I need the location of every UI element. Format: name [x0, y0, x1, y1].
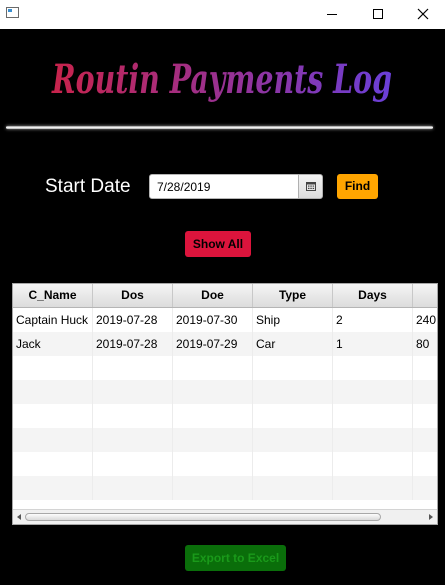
header-divider: [6, 126, 433, 129]
table-cell: 80: [413, 332, 437, 356]
logo-text: Routin Payments Log: [51, 56, 392, 103]
table-cell: 2019-07-29: [173, 332, 253, 356]
column-header[interactable]: Dos: [93, 284, 173, 307]
empty-table-row: [13, 452, 437, 476]
table-header: C_Name Dos Doe Type Days: [13, 284, 437, 308]
minimize-button[interactable]: [309, 0, 355, 29]
start-date-label: Start Date: [45, 176, 131, 197]
table-cell: 2019-07-28: [93, 308, 173, 332]
show-all-button[interactable]: Show All: [185, 231, 251, 257]
column-header[interactable]: C_Name: [13, 284, 93, 307]
table-cell: 1: [333, 332, 413, 356]
table-cell: 2019-07-28: [93, 332, 173, 356]
scrollbar-thumb[interactable]: [25, 513, 381, 521]
column-header[interactable]: Doe: [173, 284, 253, 307]
column-header[interactable]: Days: [333, 284, 413, 307]
minimize-icon: [327, 14, 337, 15]
empty-table-row: [13, 428, 437, 452]
export-to-excel-button[interactable]: Export to Excel: [185, 545, 286, 571]
table-cell: 2019-07-30: [173, 308, 253, 332]
empty-table-row: [13, 476, 437, 500]
table-row[interactable]: Captain Huck 2019-07-28 2019-07-30 Ship …: [13, 308, 437, 332]
table-cell: Jack: [13, 332, 93, 356]
window-title-bar: [0, 0, 445, 29]
column-header[interactable]: Type: [253, 284, 333, 307]
payments-table[interactable]: C_Name Dos Doe Type Days Captain Huck 20…: [12, 283, 438, 525]
close-button[interactable]: [400, 0, 445, 29]
table-cell: Car: [253, 332, 333, 356]
calendar-button[interactable]: [298, 174, 323, 199]
table-body: Captain Huck 2019-07-28 2019-07-30 Ship …: [13, 308, 437, 500]
scroll-right-icon[interactable]: [425, 510, 437, 524]
maximize-icon: [373, 9, 383, 19]
calendar-icon: [306, 182, 316, 191]
column-header[interactable]: [413, 284, 437, 307]
table-row[interactable]: Jack 2019-07-28 2019-07-29 Car 1 80: [13, 332, 437, 356]
table-cell: Ship: [253, 308, 333, 332]
find-button[interactable]: Find: [337, 174, 378, 199]
empty-table-row: [13, 380, 437, 404]
table-cell: 2: [333, 308, 413, 332]
empty-table-row: [13, 356, 437, 380]
start-date-input[interactable]: [149, 174, 299, 199]
close-icon: [417, 8, 429, 20]
scroll-left-icon[interactable]: [13, 510, 25, 524]
empty-table-row: [13, 404, 437, 428]
table-cell: Captain Huck: [13, 308, 93, 332]
horizontal-scrollbar[interactable]: [13, 509, 437, 524]
table-cell: 240: [413, 308, 437, 332]
app-window-icon: [6, 7, 19, 18]
app-logo: Routin Payments Log: [51, 56, 392, 103]
maximize-button[interactable]: [355, 0, 401, 29]
